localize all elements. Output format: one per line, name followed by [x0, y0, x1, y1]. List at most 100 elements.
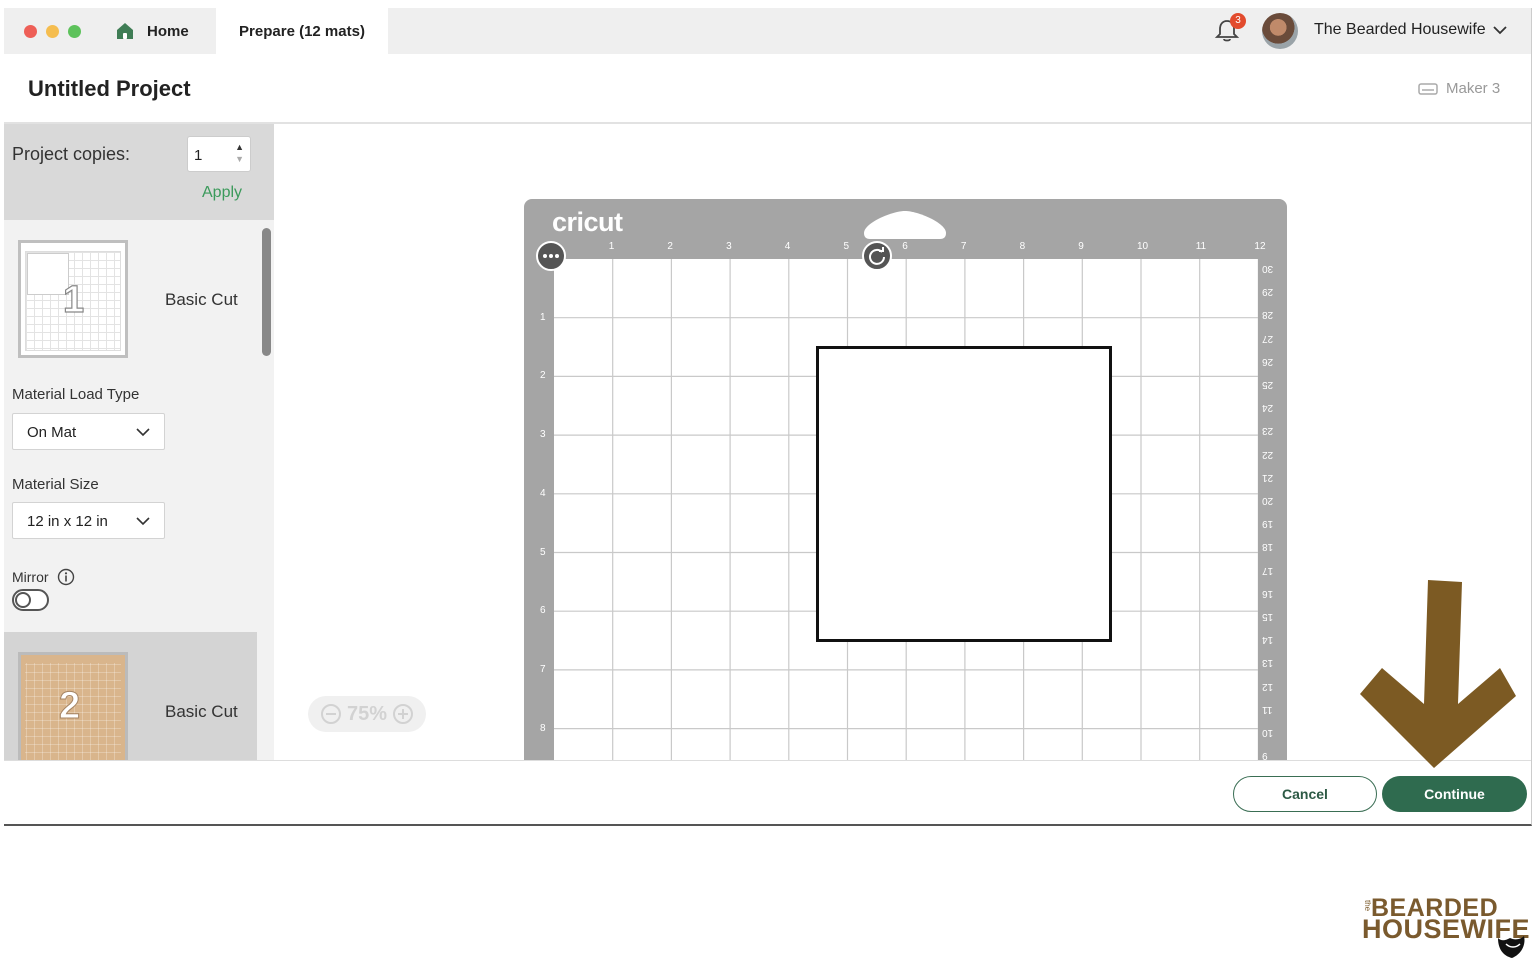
material-load-type-value: On Mat	[27, 424, 77, 441]
material-load-type-select[interactable]: On Mat	[12, 413, 165, 450]
notification-badge: 3	[1230, 13, 1246, 29]
apply-button[interactable]: Apply	[202, 184, 242, 202]
mirror-label-row: Mirror	[12, 568, 75, 586]
mat-item-1[interactable]: 1 Basic Cut Material Load Type On Mat Ma…	[4, 220, 257, 632]
project-copies-label: Project copies:	[12, 144, 131, 164]
mat-preview-canvas: cricut 1 2 3 4 5 6 7 8 9 10 11 12 12345678 30 29 28 27…	[274, 124, 1531, 760]
mat-number: 1	[62, 278, 85, 321]
ruler-tick-label: 14	[1262, 634, 1274, 646]
material-load-type-label: Material Load Type	[12, 386, 140, 403]
chevron-down-icon	[136, 428, 150, 437]
mat-thumbnail[interactable]: 2	[18, 652, 128, 760]
info-icon[interactable]	[57, 568, 75, 586]
tab-home[interactable]: Home	[116, 8, 212, 54]
ruler-tick-label: 17	[1262, 564, 1274, 576]
footer-bar: Cancel Continue	[4, 760, 1531, 824]
ruler-tick-label: 9	[1262, 750, 1268, 760]
maximize-window-button[interactable]	[68, 25, 81, 38]
chevron-down-icon[interactable]	[1492, 22, 1508, 38]
zoom-in-icon[interactable]	[393, 704, 414, 724]
ruler-tick-label: 5	[540, 546, 546, 558]
ruler-tick-label: 10	[1137, 241, 1149, 252]
user-avatar[interactable]	[1262, 13, 1298, 49]
chevron-down-icon	[136, 517, 150, 526]
close-window-button[interactable]	[24, 25, 37, 38]
machine-indicator[interactable]: Maker 3	[1418, 80, 1500, 97]
ruler-tick-label: 16	[1262, 587, 1274, 599]
ruler-tick-label: 19	[1262, 518, 1274, 530]
ruler-tick-label: 11	[1195, 241, 1207, 252]
ruler-tick-label: 20	[1262, 495, 1274, 506]
zoom-level: 75%	[346, 702, 388, 725]
ruler-tick-label: 28	[1262, 309, 1274, 321]
ruler-tick-label: 3	[540, 429, 546, 441]
mat-label: Basic Cut	[165, 290, 238, 309]
tab-prepare[interactable]: Prepare (12 mats)	[216, 8, 388, 54]
ruler-tick-label: 7	[960, 241, 967, 252]
ruler-tick-label: 8	[540, 722, 546, 734]
ruler-tick-label: 12	[1254, 241, 1266, 252]
mirror-toggle[interactable]	[12, 589, 49, 611]
stepper-down-icon[interactable]: ▼	[235, 153, 244, 165]
ruler-tick-label: 2	[667, 241, 673, 252]
ruler-tick-label: 27	[1262, 332, 1274, 344]
project-copies-input[interactable]: 1 ▲ ▼	[187, 136, 251, 172]
material-size-select[interactable]: 12 in x 12 in	[12, 502, 165, 539]
ruler-tick-label: 23	[1262, 425, 1274, 437]
zoom-out-icon[interactable]	[320, 704, 341, 724]
material-size-value: 12 in x 12 in	[27, 513, 108, 530]
ruler-tick-label: 13	[1262, 657, 1274, 669]
ruler-tick-label: 10	[1262, 727, 1274, 738]
cancel-button[interactable]: Cancel	[1233, 776, 1377, 812]
stepper-up-icon[interactable]: ▲	[235, 141, 244, 153]
mat-sidebar: Project copies: 1 ▲ ▼ Apply 1 Basic Cut …	[4, 124, 274, 760]
zoom-control: 75%	[308, 696, 426, 732]
project-copies-value: 1	[194, 147, 203, 164]
mat-item-2[interactable]: 2 Basic Cut	[4, 632, 257, 760]
title-bar: Home Prepare (12 mats) 3 The Bearded Hou…	[4, 8, 1531, 54]
ruler-tick-label: 4	[784, 241, 791, 252]
ruler-right: 30 29 28 27 26 25 24 23 22 21 20 19 18 17 16 15 14 13 12 11…	[1258, 259, 1282, 760]
ruler-tick-label: 5	[843, 241, 850, 252]
ruler-tick-label: 3	[726, 241, 732, 252]
sidebar-scrollbar[interactable]	[260, 220, 272, 760]
copies-stepper[interactable]: ▲ ▼	[235, 141, 244, 165]
project-copies-panel: Project copies: 1 ▲ ▼ Apply	[4, 124, 274, 220]
cricut-design-space-window: Home Prepare (12 mats) 3 The Bearded Hou…	[4, 8, 1532, 826]
scrollbar-thumb[interactable]	[262, 228, 271, 356]
mat-list: 1 Basic Cut Material Load Type On Mat Ma…	[4, 220, 257, 760]
toggle-knob	[15, 592, 31, 608]
ruler-tick-label: 9	[1078, 241, 1084, 252]
continue-button[interactable]: Continue	[1382, 776, 1527, 812]
machine-name: Maker 3	[1446, 80, 1501, 97]
ruler-left: 1 2 3 4 5 6 7 8	[534, 259, 554, 760]
ruler-tick-label: 4	[540, 487, 546, 499]
mat-thumbnail[interactable]: 1	[18, 240, 128, 358]
mat-brand-logo: cricut	[552, 207, 623, 237]
ruler-tick-label: 6	[902, 241, 908, 252]
ruler-tick-label: 15	[1262, 611, 1274, 622]
mat-number: 2	[58, 685, 81, 728]
tab-prepare-label: Prepare (12 mats)	[239, 22, 365, 40]
beard-logo-icon	[1498, 936, 1525, 958]
ruler-tick-label: 8	[1019, 241, 1026, 252]
ruler-tick-label: 21	[1262, 471, 1274, 483]
cutting-machine-icon	[1418, 82, 1438, 95]
ruler-tick-label: 6	[540, 605, 546, 617]
rotate-button[interactable]	[862, 241, 892, 271]
mat-handle-icon	[864, 211, 946, 239]
mat-options-button[interactable]	[536, 241, 566, 271]
tab-home-label: Home	[147, 22, 189, 40]
ruler-tick-label: 30	[1262, 263, 1274, 274]
minimize-window-button[interactable]	[46, 25, 59, 38]
ruler-tick-label: 1	[608, 241, 615, 252]
ruler-tick-label: 7	[540, 663, 546, 675]
page-title: Untitled Project	[28, 76, 191, 101]
ruler-tick-label: 29	[1262, 286, 1274, 298]
user-name[interactable]: The Bearded Housewife	[1314, 21, 1486, 39]
ruler-tick-label: 2	[540, 370, 546, 382]
ruler-tick-label: 1	[540, 311, 546, 323]
project-header: Untitled Project Maker 3	[4, 54, 1531, 124]
design-square[interactable]	[816, 346, 1112, 642]
arrow-down-annotation-icon	[1360, 580, 1516, 768]
